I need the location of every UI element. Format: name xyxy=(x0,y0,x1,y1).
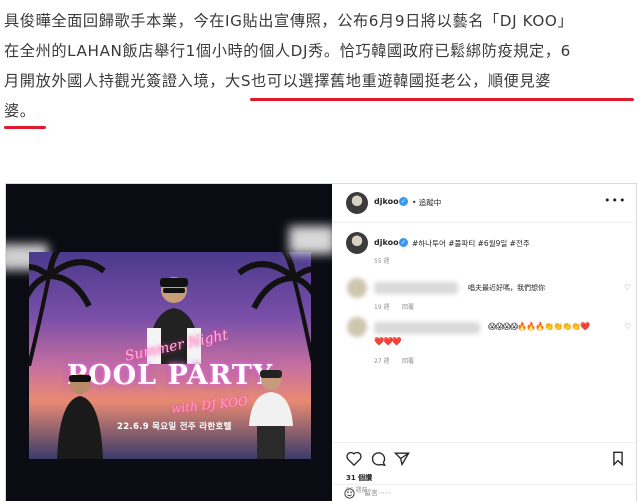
more-options-icon[interactable]: ••• xyxy=(604,194,626,207)
comment-time: 19 週 xyxy=(374,304,390,311)
blurred-username xyxy=(374,322,480,334)
pool-party-poster: Summer Night POOL PARTY with DJ KOO 22.6… xyxy=(29,252,311,459)
add-comment-input[interactable]: 留言⋯⋯ xyxy=(364,488,392,498)
instagram-embed: Summer Night POOL PARTY with DJ KOO 22.6… xyxy=(5,183,637,501)
caption-time: 55 週 xyxy=(374,258,390,265)
article-text: 具俊曄全面回歸歌手本業，今在IG貼出宣傳照，公布6月9日將以藝名「DJ KOO」… xyxy=(4,6,638,126)
highlight-underline-end xyxy=(4,126,46,129)
verified-icon: ✓ xyxy=(399,197,408,206)
dj-left-figure xyxy=(57,374,103,459)
article-line-2: 在全州的LAHAN飯店舉行1個小時的個人DJ秀。恰巧韓國政府已鬆綁防疫規定，6 xyxy=(4,42,571,60)
blurred-region xyxy=(289,226,332,254)
post-sidebar: djkoo ✓ • 追蹤中 ••• djkoo ✓ #하나투어 #풀파티 #6월… xyxy=(332,184,636,501)
palm-tree-right-icon xyxy=(237,252,311,364)
comment-avatar[interactable] xyxy=(347,317,367,337)
comment-icon[interactable] xyxy=(370,451,386,466)
blurred-username xyxy=(374,282,458,294)
like-comment-icon[interactable]: ♡ xyxy=(624,322,631,331)
article-line-3-text: 月開放外國人持觀光簽證入境， xyxy=(4,72,226,90)
poster-with-text: with DJ KOO xyxy=(170,394,249,416)
reply-button[interactable]: 回覆 xyxy=(402,302,414,311)
save-icon[interactable] xyxy=(612,451,624,466)
highlight-underline xyxy=(250,98,634,101)
caption-avatar[interactable] xyxy=(346,232,368,254)
comment-time: 27 週 xyxy=(374,358,390,365)
palm-tree-left-icon xyxy=(29,252,106,366)
like-count[interactable]: 31 個讚 xyxy=(346,473,372,483)
add-comment-bar: 留言⋯⋯ xyxy=(332,484,635,501)
caption-username[interactable]: djkoo xyxy=(374,238,399,247)
follow-status[interactable]: • 追蹤中 xyxy=(412,197,441,208)
poster-date: 22.6.9 목요일 전주 라한호텔 xyxy=(117,422,232,432)
reply-button[interactable]: 回覆 xyxy=(402,356,414,365)
like-icon[interactable] xyxy=(346,451,362,466)
share-icon[interactable] xyxy=(394,451,410,466)
post-header: djkoo ✓ • 追蹤中 ••• xyxy=(332,184,636,223)
emoji-icon[interactable] xyxy=(344,488,355,499)
comment-emojis-2: ❤️❤️❤️ xyxy=(374,337,402,346)
caption-text: #하나투어 #풀파티 #6월9일 #전주 xyxy=(412,239,530,248)
comment-emojis: 😱😱😱😱🔥🔥🔥👏👏👏👏❤️ xyxy=(488,322,590,331)
article-line-1: 具俊曄全面回歸歌手本業，今在IG貼出宣傳照，公布6月9日將以藝名「DJ KOO」 xyxy=(4,12,574,30)
dj-right-figure xyxy=(249,370,293,459)
avatar[interactable] xyxy=(346,192,368,214)
article-line-3: 月開放外國人持觀光簽證入境，大S也可以選擇舊地重遊韓國挺老公，順便見婆 xyxy=(4,66,638,96)
like-comment-icon[interactable]: ♡ xyxy=(624,283,631,292)
verified-icon: ✓ xyxy=(399,238,408,247)
highlighted-text: 大S也可以選擇舊地重遊韓國挺老公，順便見婆 xyxy=(225,72,552,90)
highlighted-text-end: 婆。 xyxy=(4,102,36,120)
comment-text: 唱夫最近好嗎，我們想你 xyxy=(468,284,545,292)
username[interactable]: djkoo xyxy=(374,197,399,206)
post-image[interactable]: Summer Night POOL PARTY with DJ KOO 22.6… xyxy=(6,184,332,501)
comment-avatar[interactable] xyxy=(347,278,367,298)
